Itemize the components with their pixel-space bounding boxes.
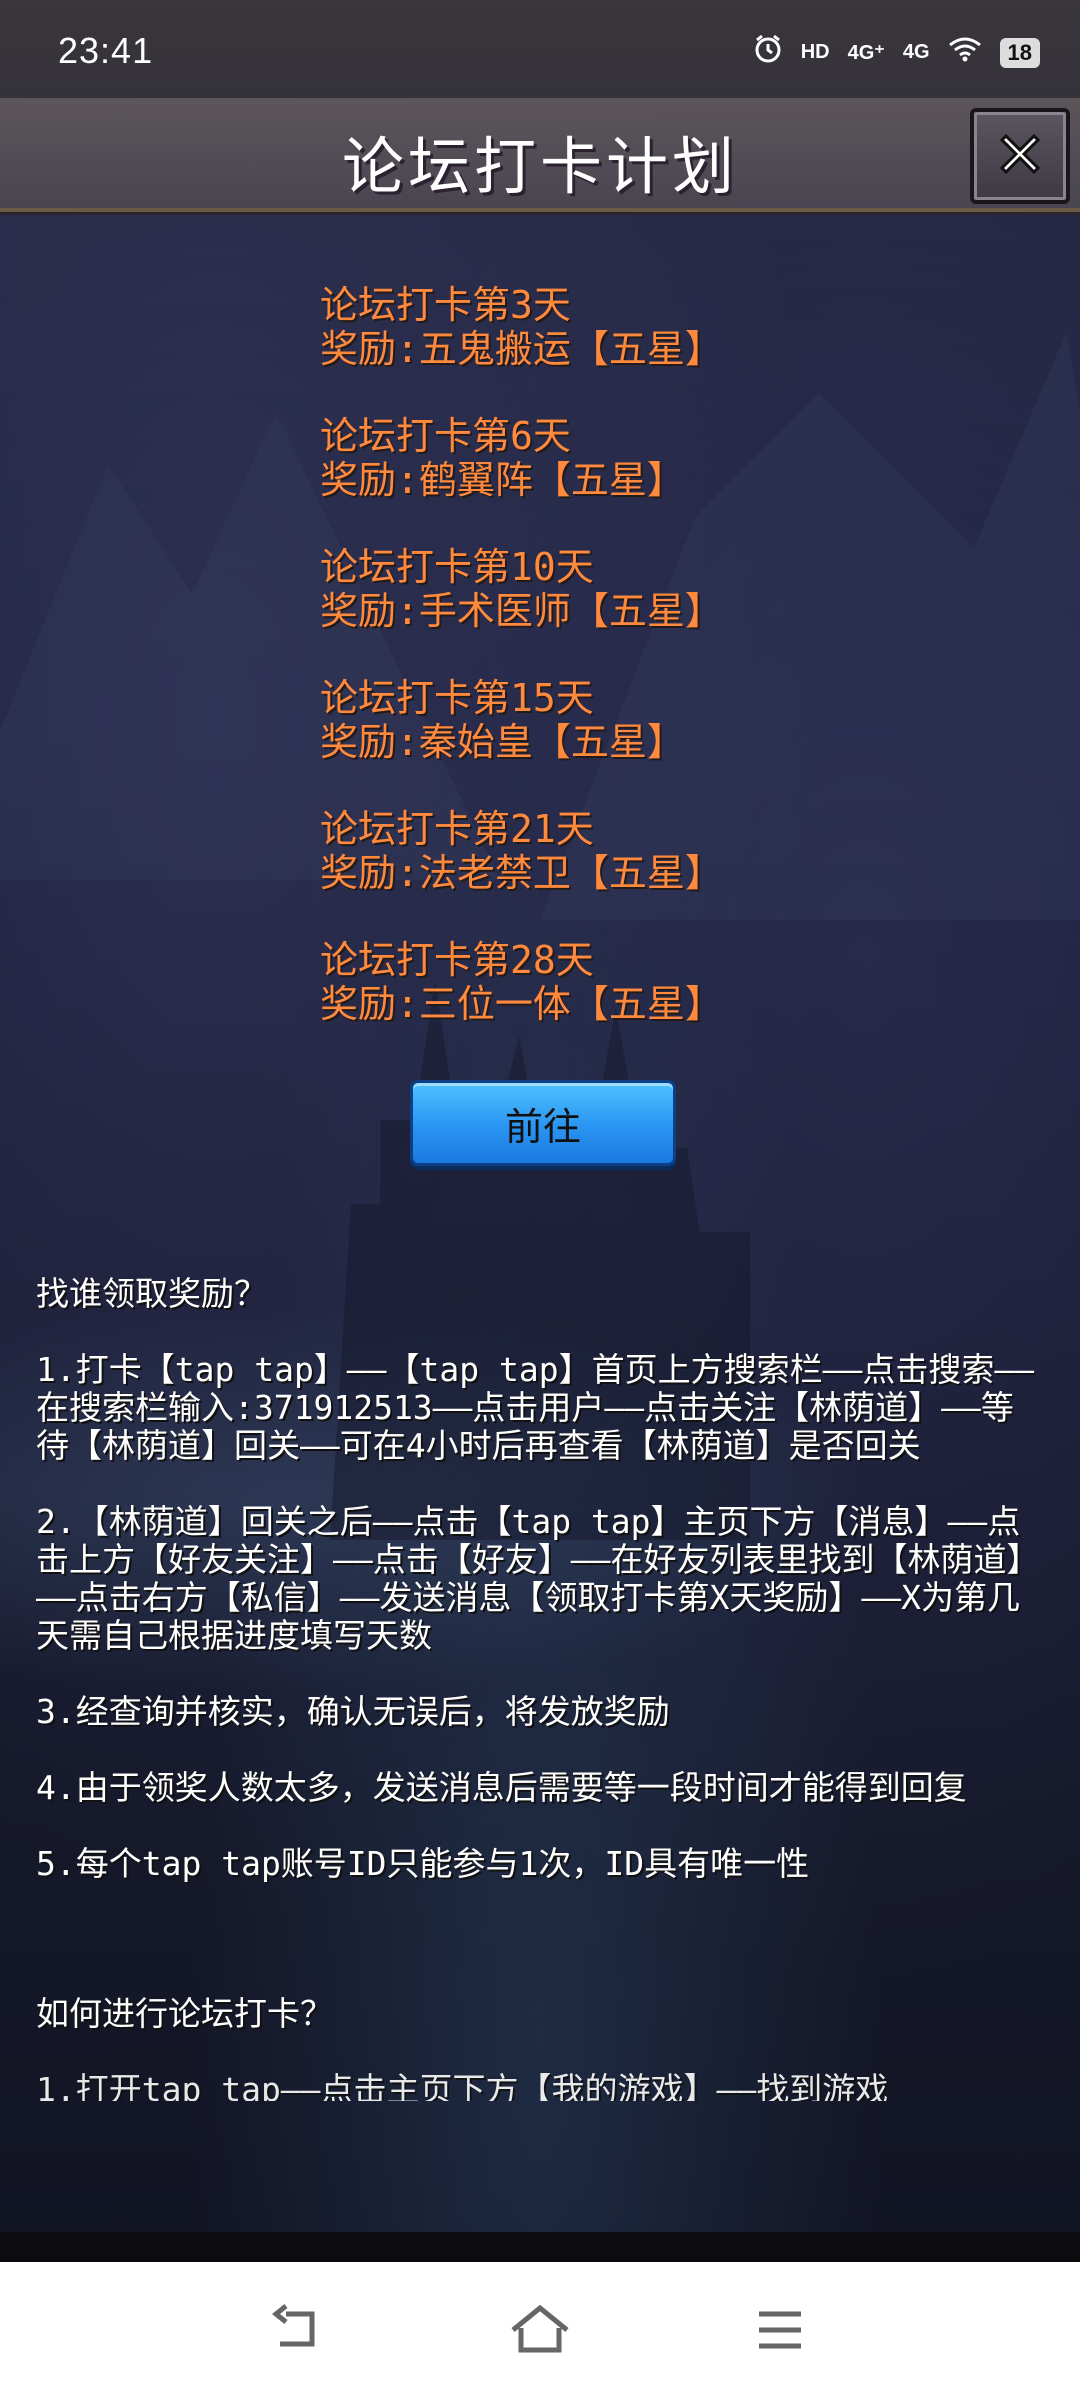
instructions-title: 找谁领取奖励？ (36, 1274, 267, 1313)
signal-4g-plus-icon: 4G⁺ (847, 42, 885, 64)
reward-day: 论坛打卡第28天 (320, 938, 594, 982)
signal-4g-icon: 4G (902, 41, 930, 63)
reward-item: 论坛打卡第6天 奖励:鹤翼阵【五星】 (320, 414, 723, 502)
reward-day: 论坛打卡第21天 (320, 807, 594, 851)
close-button[interactable] (970, 108, 1070, 204)
bottom-edge (0, 2232, 1080, 2262)
reward-item: 论坛打卡第28天 奖励:三位一体【五星】 (320, 938, 723, 1026)
instruction-step-5: 5.每个tap tap账号ID只能参与1次，ID具有唯一性 (36, 1844, 810, 1883)
status-icons: HD 4G⁺ 4G 18 (753, 34, 1040, 71)
navigation-bar (0, 2262, 1080, 2400)
instruction-step-4: 4.由于领奖人数太多，发送消息后需要等一段时间才能得到回复 (36, 1768, 967, 1807)
close-icon (992, 126, 1048, 186)
reward-text: 奖励:秦始皇【五星】 (320, 720, 685, 764)
reward-text: 奖励:法老禁卫【五星】 (320, 851, 723, 895)
reward-text: 奖励:手术医师【五星】 (320, 589, 723, 633)
home-button[interactable] (505, 2300, 575, 2360)
reward-day: 论坛打卡第10天 (320, 545, 594, 589)
reward-item: 论坛打卡第15天 奖励:秦始皇【五星】 (320, 676, 723, 764)
instruction-step-2: 2.【林荫道】回关之后——点击【tap tap】主页下方【消息】——点击上方【好… (36, 1502, 1040, 1655)
reward-list: 论坛打卡第3天 奖励:五鬼搬运【五星】 论坛打卡第6天 奖励:鹤翼阵【五星】 论… (320, 283, 723, 1069)
reward-day: 论坛打卡第6天 (320, 414, 571, 458)
screen: 23:41 HD 4G⁺ 4G 18 论坛打卡计划 论坛打卡第3天 奖励:五鬼搬… (0, 0, 1080, 2400)
battery-indicator: 18 (999, 37, 1040, 68)
reward-day: 论坛打卡第3天 (320, 283, 571, 327)
menu-button[interactable] (745, 2300, 815, 2360)
status-bar: 23:41 HD 4G⁺ 4G 18 (0, 0, 1080, 98)
page-title: 论坛打卡计划 (341, 130, 738, 203)
go-button[interactable]: 前往 (410, 1080, 676, 1166)
checkin-step-1-partial: 1.打开tap tap——点击主页下方【我的游戏】——找到游戏 (36, 2071, 889, 2101)
reward-item: 论坛打卡第3天 奖励:五鬼搬运【五星】 (320, 283, 723, 371)
back-button[interactable] (264, 2300, 334, 2360)
reward-item: 论坛打卡第10天 奖励:手术医师【五星】 (320, 545, 723, 633)
back-icon (264, 2304, 334, 2364)
wifi-icon (948, 36, 982, 69)
reward-text: 奖励:三位一体【五星】 (320, 982, 723, 1026)
alarm-icon (753, 34, 783, 71)
instructions: 找谁领取奖励？ 1.打卡【tap tap】——【tap tap】首页上方搜索栏—… (36, 1274, 1046, 2102)
instruction-step-1: 1.打卡【tap tap】——【tap tap】首页上方搜索栏——点击搜索——在… (36, 1350, 1035, 1465)
header: 论坛打卡计划 (0, 98, 1080, 212)
reward-text: 奖励:五鬼搬运【五星】 (320, 327, 723, 371)
reward-item: 论坛打卡第21天 奖励:法老禁卫【五星】 (320, 807, 723, 895)
hd-icon: HD (800, 41, 830, 63)
instruction-step-3: 3.经查询并核实，确认无误后，将发放奖励 (36, 1692, 670, 1731)
how-to-checkin-title: 如何进行论坛打卡？ (36, 1994, 333, 2033)
menu-icon (745, 2311, 815, 2364)
reward-text: 奖励:鹤翼阵【五星】 (320, 458, 685, 502)
status-time: 23:41 (58, 30, 154, 71)
reward-day: 论坛打卡第15天 (320, 676, 594, 720)
home-icon (505, 2304, 575, 2364)
